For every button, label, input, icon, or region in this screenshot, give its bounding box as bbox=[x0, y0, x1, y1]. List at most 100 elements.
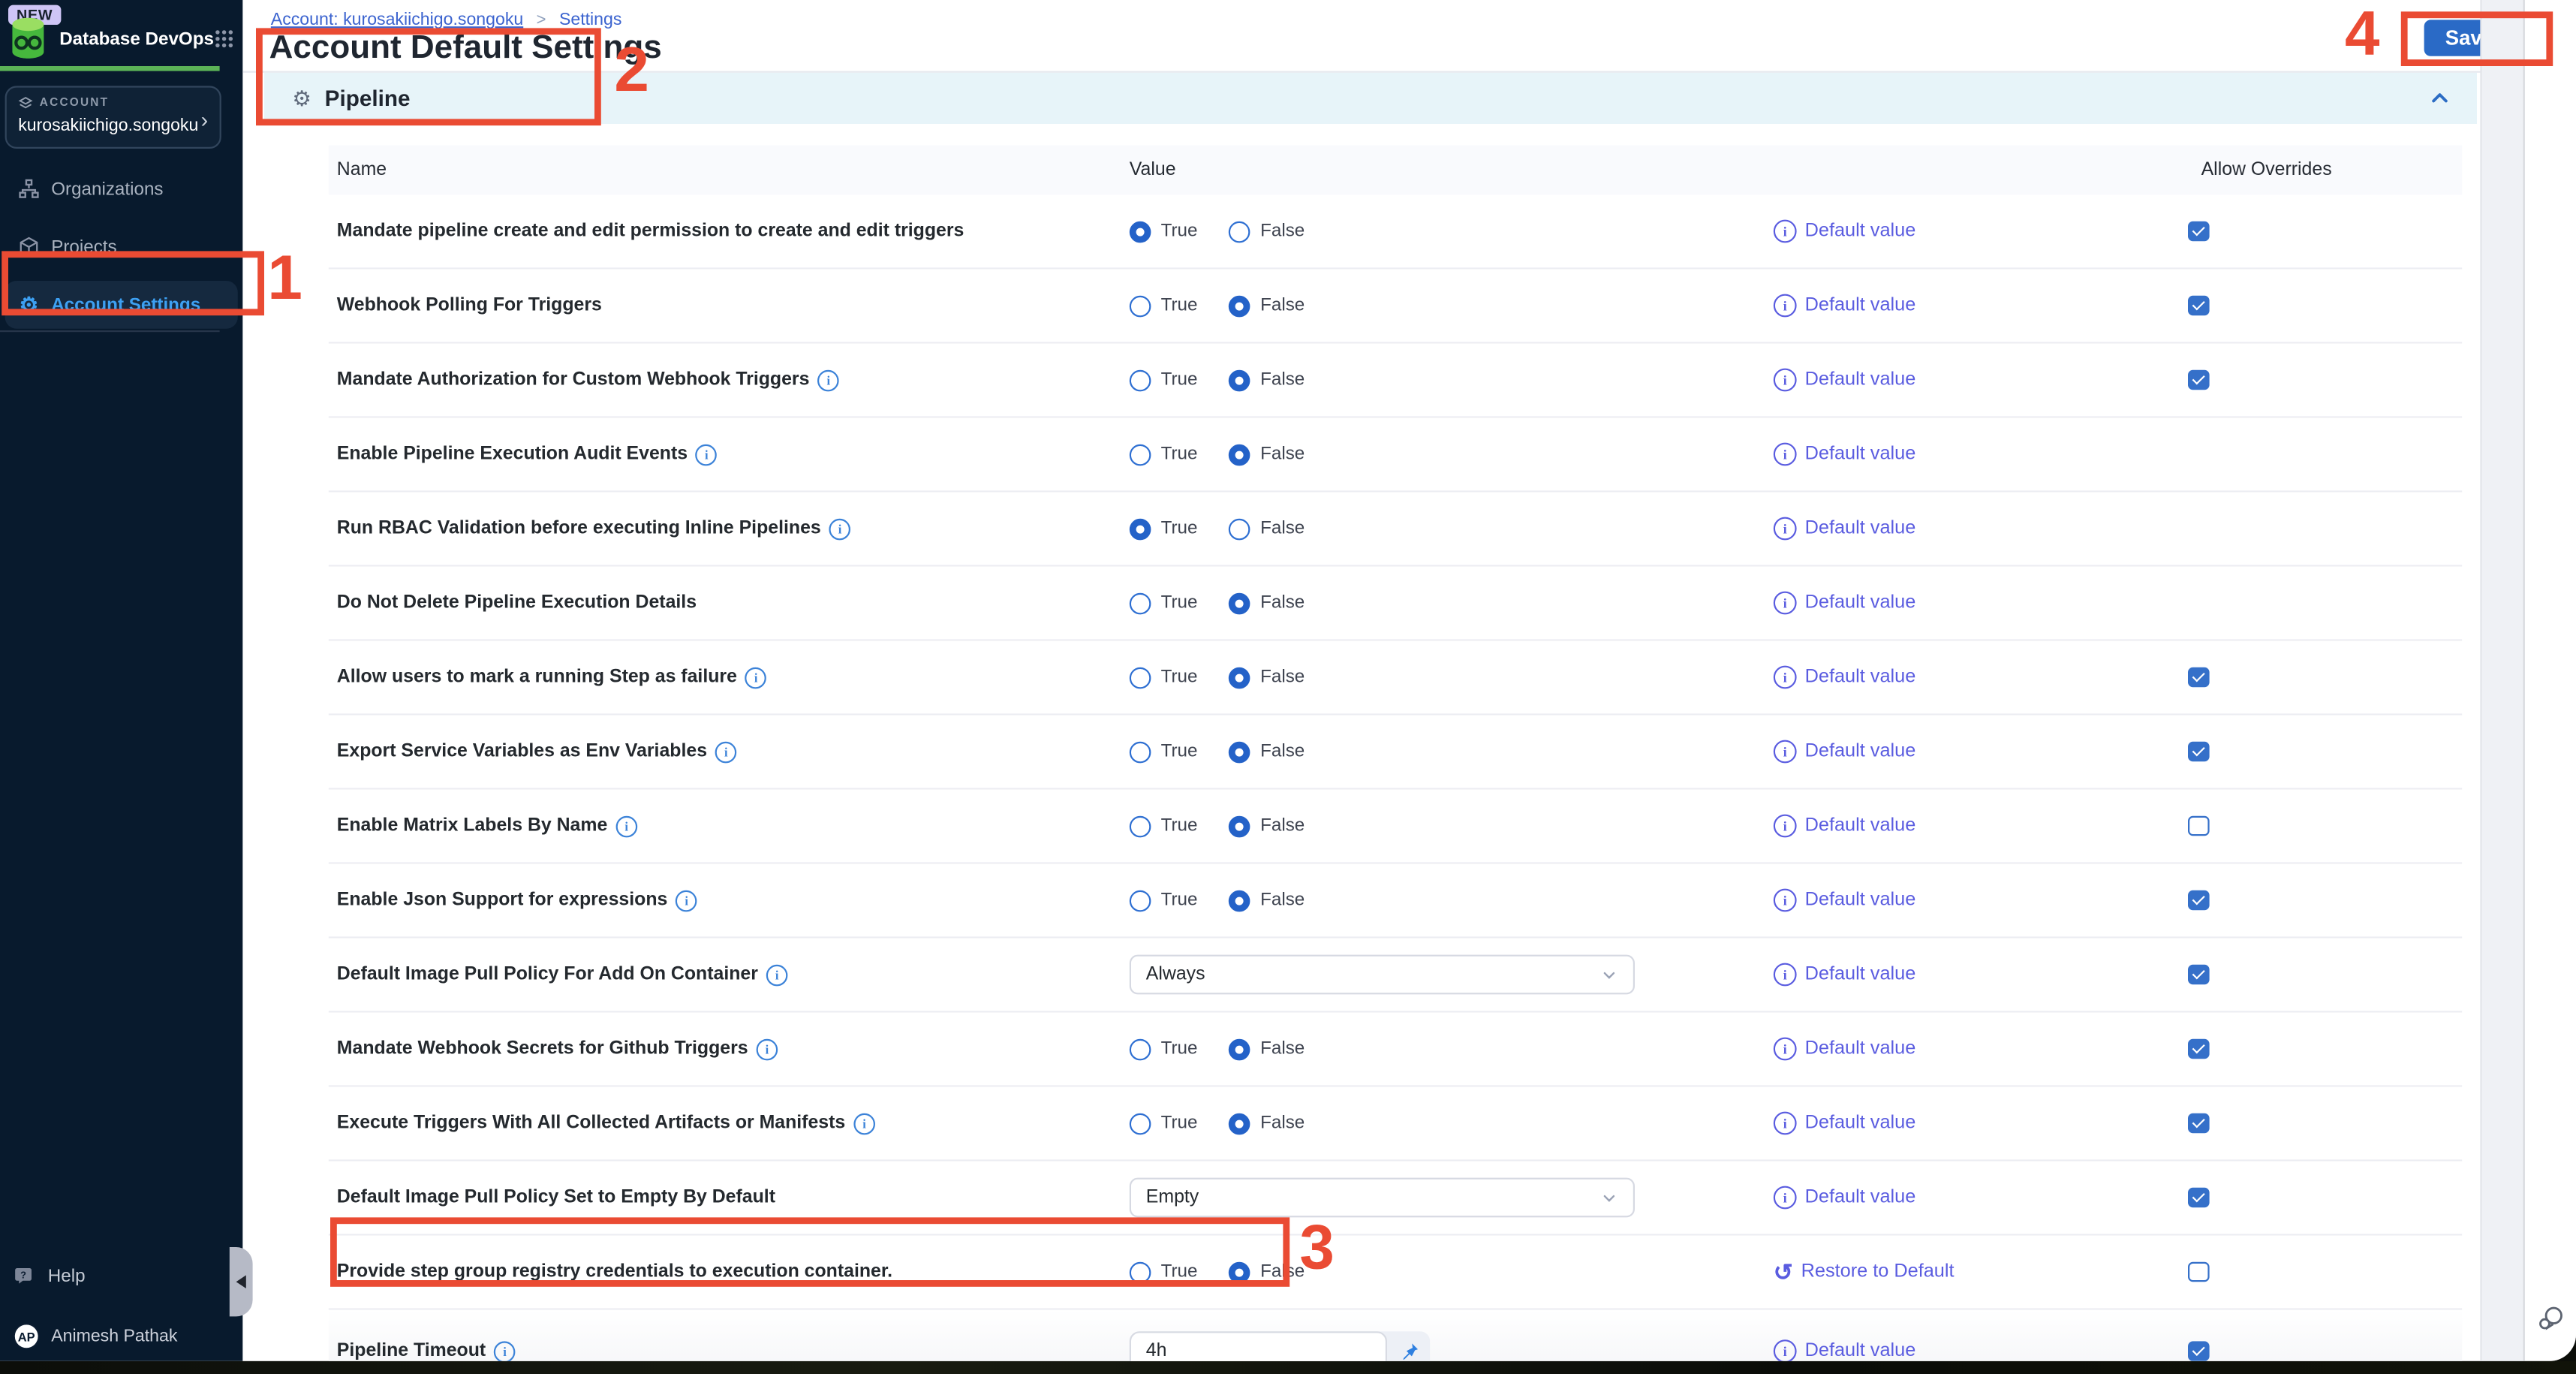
radio-false[interactable] bbox=[1229, 667, 1250, 689]
info-icon[interactable]: i bbox=[696, 444, 718, 466]
breadcrumb-account-link[interactable]: Account: kurosakiichigo.songoku bbox=[271, 10, 523, 29]
default-value-link[interactable]: Default value bbox=[1805, 444, 1916, 464]
info-icon[interactable]: i bbox=[853, 1113, 875, 1134]
allow-overrides-checkbox[interactable] bbox=[2188, 1187, 2209, 1208]
select-dropdown[interactable]: Empty bbox=[1130, 1178, 1635, 1218]
screen: NEW Database DevOps ACCOUNT bbox=[0, 0, 2576, 1374]
radio-false[interactable] bbox=[1229, 1261, 1250, 1283]
allow-overrides-checkbox[interactable] bbox=[2188, 741, 2209, 762]
default-value-link[interactable]: Default value bbox=[1805, 965, 1916, 984]
default-value-link[interactable]: Default value bbox=[1805, 370, 1916, 390]
radio-true[interactable] bbox=[1130, 1261, 1151, 1283]
allow-overrides-checkbox[interactable] bbox=[2188, 1261, 2209, 1282]
default-value-link[interactable]: Default value bbox=[1805, 742, 1916, 761]
info-icon[interactable]: i bbox=[615, 815, 637, 837]
help-button[interactable]: ? Help bbox=[0, 1258, 98, 1294]
allow-overrides-checkbox[interactable] bbox=[2188, 890, 2209, 911]
allow-overrides-checkbox[interactable] bbox=[2188, 667, 2209, 688]
default-value-link[interactable]: Default value bbox=[1805, 1039, 1916, 1059]
radio-false[interactable] bbox=[1229, 444, 1250, 466]
pipeline-section-header[interactable]: ⚙ Pipeline bbox=[264, 73, 2477, 124]
annotation-number-3: 3 bbox=[1299, 1217, 1335, 1280]
chevron-right-icon[interactable]: › bbox=[201, 107, 209, 132]
info-icon[interactable]: i bbox=[757, 1038, 778, 1060]
info-icon[interactable]: i bbox=[817, 369, 839, 391]
radio-false[interactable] bbox=[1229, 592, 1250, 614]
breadcrumb-settings-link[interactable]: Settings bbox=[559, 10, 621, 29]
allow-overrides-checkbox[interactable] bbox=[2188, 369, 2209, 390]
sidebar-item-account-settings[interactable]: ⚙ Account Settings bbox=[5, 281, 238, 329]
default-value-link[interactable]: Default value bbox=[1805, 1341, 1916, 1360]
radio-false[interactable] bbox=[1229, 741, 1250, 763]
info-icon[interactable]: i bbox=[766, 964, 788, 986]
allow-overrides-checkbox[interactable] bbox=[2188, 815, 2209, 836]
sidebar-item-projects[interactable]: Projects bbox=[5, 223, 238, 271]
default-value-link[interactable]: Default value bbox=[1805, 296, 1916, 315]
allow-overrides-checkbox[interactable] bbox=[2188, 1113, 2209, 1134]
radio-false[interactable] bbox=[1229, 1038, 1250, 1060]
table-row: Pipeline Timeout i 4h i Default value bbox=[329, 1310, 2462, 1361]
sidebar-item-organizations[interactable]: Organizations bbox=[5, 165, 238, 213]
info-icon[interactable]: i bbox=[829, 518, 851, 540]
select-dropdown[interactable]: Always bbox=[1130, 955, 1635, 995]
radio-group: True False bbox=[1130, 221, 1336, 243]
account-name: kurosakiichigo.songoku bbox=[18, 116, 208, 135]
allow-overrides-checkbox[interactable] bbox=[2188, 964, 2209, 985]
radio-false[interactable] bbox=[1229, 369, 1250, 391]
radio-true[interactable] bbox=[1130, 221, 1151, 243]
info-icon[interactable]: i bbox=[494, 1340, 516, 1361]
radio-false[interactable] bbox=[1229, 518, 1250, 540]
info-icon[interactable]: i bbox=[745, 667, 767, 689]
radio-false[interactable] bbox=[1229, 295, 1250, 317]
column-header-value: Value bbox=[1130, 160, 1774, 179]
info-icon[interactable]: i bbox=[676, 890, 697, 911]
radio-true[interactable] bbox=[1130, 518, 1151, 540]
select-value: Always bbox=[1146, 965, 1205, 984]
radio-false[interactable] bbox=[1229, 815, 1250, 837]
default-value-link[interactable]: Default value bbox=[1805, 1188, 1916, 1207]
radio-true[interactable] bbox=[1130, 1113, 1151, 1134]
radio-false[interactable] bbox=[1229, 1113, 1250, 1134]
radio-false[interactable] bbox=[1229, 221, 1250, 243]
default-value-link[interactable]: Default value bbox=[1805, 593, 1916, 613]
default-value-link[interactable]: Default value bbox=[1805, 667, 1916, 687]
timeout-input[interactable]: 4h bbox=[1130, 1330, 1387, 1361]
allow-overrides-checkbox[interactable] bbox=[2188, 221, 2209, 242]
default-value-link[interactable]: Default value bbox=[1805, 1113, 1916, 1133]
info-icon[interactable]: i bbox=[715, 741, 737, 763]
radio-true[interactable] bbox=[1130, 369, 1151, 391]
default-value-link[interactable]: Default value bbox=[1805, 890, 1916, 910]
radio-true[interactable] bbox=[1130, 667, 1151, 689]
radio-false[interactable] bbox=[1229, 890, 1250, 911]
radio-true[interactable] bbox=[1130, 741, 1151, 763]
chevron-up-icon[interactable] bbox=[2429, 88, 2451, 110]
scrollbar-track[interactable] bbox=[2480, 0, 2524, 1361]
feedback-chat-icon[interactable] bbox=[2536, 1303, 2566, 1333]
radio-false-label: False bbox=[1260, 816, 1305, 836]
radio-true-label: True bbox=[1161, 444, 1198, 464]
pin-icon[interactable] bbox=[1387, 1340, 1430, 1361]
radio-true[interactable] bbox=[1130, 592, 1151, 614]
radio-true[interactable] bbox=[1130, 890, 1151, 911]
table-row: Enable Pipeline Execution Audit Events i… bbox=[329, 418, 2462, 493]
radio-true[interactable] bbox=[1130, 295, 1151, 317]
info-icon: i bbox=[1774, 294, 1797, 318]
default-value-link[interactable]: Default value bbox=[1805, 221, 1916, 241]
restore-to-default-link[interactable]: Restore to Default bbox=[1801, 1262, 1955, 1282]
column-header-allow-overrides: Allow Overrides bbox=[2186, 160, 2462, 179]
sidebar-collapse-handle[interactable] bbox=[230, 1247, 253, 1316]
radio-true[interactable] bbox=[1130, 444, 1151, 466]
radio-true[interactable] bbox=[1130, 815, 1151, 837]
account-selector[interactable]: ACCOUNT kurosakiichigo.songoku › bbox=[5, 86, 221, 149]
allow-overrides-checkbox[interactable] bbox=[2188, 295, 2209, 316]
breadcrumb-separator: > bbox=[537, 11, 546, 29]
default-value-link[interactable]: Default value bbox=[1805, 816, 1916, 836]
radio-true[interactable] bbox=[1130, 1038, 1151, 1060]
user-menu[interactable]: AP Animesh Pathak bbox=[0, 1316, 191, 1356]
app-grid-icon[interactable] bbox=[214, 28, 233, 50]
allow-overrides-checkbox[interactable] bbox=[2188, 1038, 2209, 1059]
allow-overrides-checkbox[interactable] bbox=[2188, 1341, 2209, 1361]
account-label: ACCOUNT bbox=[40, 98, 109, 109]
default-value-link[interactable]: Default value bbox=[1805, 519, 1916, 538]
radio-group: True False bbox=[1130, 592, 1336, 614]
